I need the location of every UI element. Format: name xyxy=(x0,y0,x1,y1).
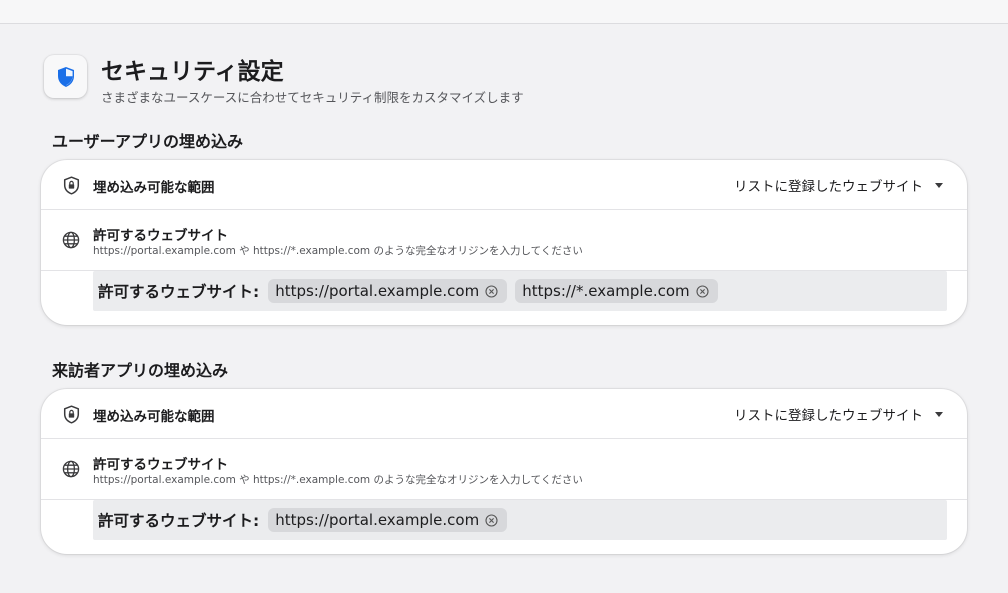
allowed-websites-field-row: 許可するウェブサイト: https://portal.example.com h… xyxy=(41,271,967,325)
allowed-websites-description: https://portal.example.com や https://*.e… xyxy=(93,245,583,257)
chevron-down-icon xyxy=(935,411,943,417)
allowed-websites-token-input[interactable]: 許可するウェブサイト: https://portal.example.com h… xyxy=(93,271,947,311)
allowed-websites-title: 許可するウェブサイト xyxy=(93,228,228,244)
lock-shield-icon xyxy=(61,404,81,424)
token-field-label: 許可するウェブサイト: xyxy=(98,283,260,301)
embed-scope-row: 埋め込み可能な範囲 リストに登録したウェブサイト xyxy=(41,160,967,210)
embed-scope-row: 埋め込み可能な範囲 リストに登録したウェブサイト xyxy=(41,389,967,439)
section-title-visitor-app-embed: 来訪者アプリの埋め込み xyxy=(52,361,229,380)
remove-circle-x-icon[interactable] xyxy=(485,284,498,298)
embed-scope-label: 埋め込み可能な範囲 xyxy=(93,180,215,196)
website-chip-label: https://portal.example.com xyxy=(275,282,480,300)
lock-shield-icon xyxy=(61,175,81,195)
shield-check-icon xyxy=(44,55,87,98)
remove-circle-x-icon[interactable] xyxy=(485,513,498,527)
allowed-websites-token-input[interactable]: 許可するウェブサイト: https://portal.example.com xyxy=(93,500,947,540)
website-chip[interactable]: https://portal.example.com xyxy=(268,508,508,532)
visitor-app-embed-card: 埋め込み可能な範囲 リストに登録したウェブサイト 許可するウェブサイト http… xyxy=(41,389,967,554)
website-chip[interactable]: https://portal.example.com xyxy=(268,279,508,303)
globe-icon xyxy=(61,230,81,250)
token-field-label: 許可するウェブサイト: xyxy=(98,512,260,530)
embed-scope-dropdown[interactable]: リストに登録したウェブサイト xyxy=(734,404,943,424)
embed-scope-value: リストに登録したウェブサイト xyxy=(734,408,923,424)
embed-scope-value: リストに登録したウェブサイト xyxy=(734,179,923,195)
allowed-websites-row: 許可するウェブサイト https://portal.example.com や … xyxy=(41,210,967,271)
embed-scope-label: 埋め込み可能な範囲 xyxy=(93,409,215,425)
website-chip-label: https://portal.example.com xyxy=(275,511,480,529)
page-subtitle: さまざまなユースケースに合わせてセキュリティ制限をカスタマイズします xyxy=(101,90,524,105)
embed-scope-dropdown[interactable]: リストに登録したウェブサイト xyxy=(734,175,943,195)
allowed-websites-field-row: 許可するウェブサイト: https://portal.example.com xyxy=(41,500,967,554)
allowed-websites-title: 許可するウェブサイト xyxy=(93,457,228,473)
chevron-down-icon xyxy=(935,182,943,188)
allowed-websites-row: 許可するウェブサイト https://portal.example.com や … xyxy=(41,439,967,500)
window-top-bar xyxy=(0,0,1008,24)
website-chip-label: https://*.example.com xyxy=(522,282,690,300)
user-app-embed-card: 埋め込み可能な範囲 リストに登録したウェブサイト 許可するウェブサイト http… xyxy=(41,160,967,325)
globe-icon xyxy=(61,459,81,479)
page-title: セキュリティ設定 xyxy=(101,59,284,85)
website-chip[interactable]: https://*.example.com xyxy=(515,279,718,303)
section-title-user-app-embed: ユーザーアプリの埋め込み xyxy=(52,132,244,151)
remove-circle-x-icon[interactable] xyxy=(696,284,709,298)
allowed-websites-description: https://portal.example.com や https://*.e… xyxy=(93,474,583,486)
